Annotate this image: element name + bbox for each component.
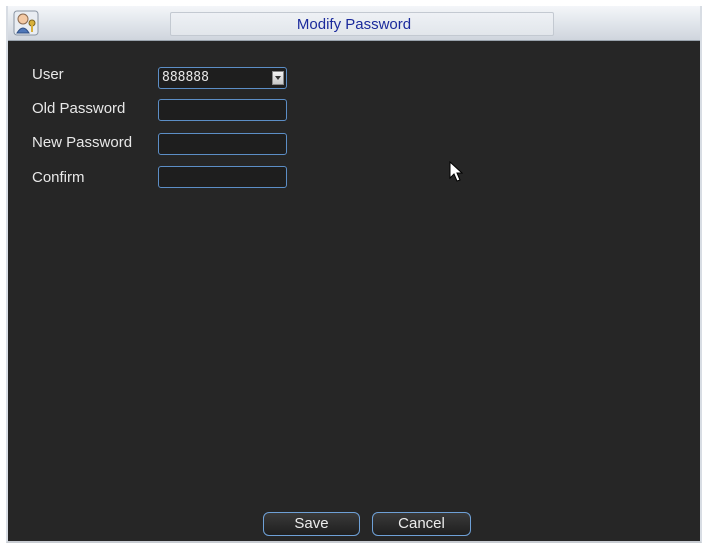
modify-password-window: Modify Password User 888888 Old Password… <box>6 6 702 543</box>
user-select[interactable]: 888888 <box>158 67 287 89</box>
new-password-label: New Password <box>32 134 133 151</box>
confirm-field[interactable] <box>158 166 287 188</box>
window-title: Modify Password <box>296 16 412 33</box>
mouse-cursor-icon <box>449 161 463 182</box>
confirm-label: Confirm <box>32 169 85 186</box>
chevron-down-icon[interactable] <box>272 71 284 85</box>
save-button[interactable]: Save <box>263 512 360 536</box>
cancel-button[interactable]: Cancel <box>372 512 471 536</box>
old-password-field[interactable] <box>158 99 287 121</box>
title-bar: Modify Password <box>8 6 700 41</box>
old-password-label: Old Password <box>32 100 126 117</box>
new-password-field[interactable] <box>158 133 287 155</box>
user-label: User <box>32 66 64 83</box>
user-select-value: 888888 <box>162 70 209 85</box>
